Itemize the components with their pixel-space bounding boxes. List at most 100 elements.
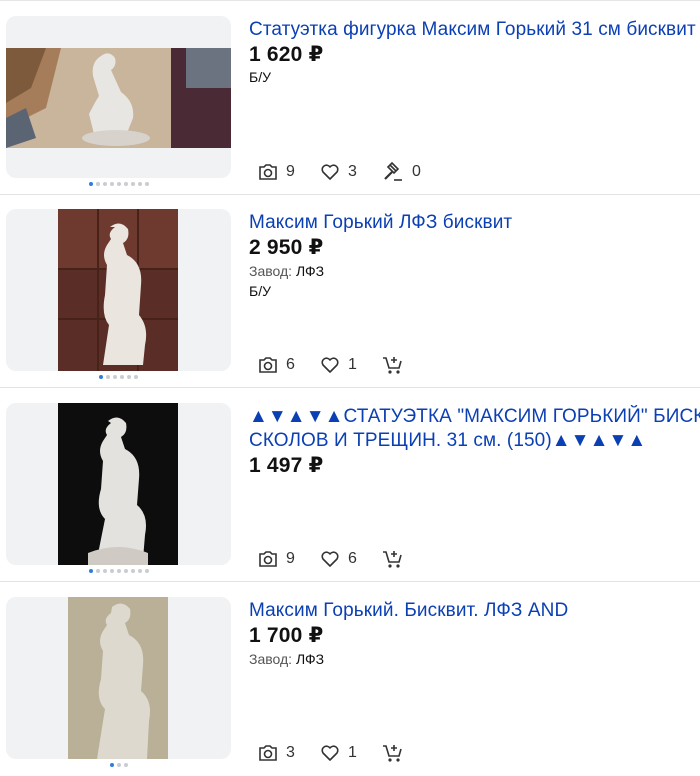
listing-price: 1 497 ₽: [249, 454, 324, 477]
listing-divider: [0, 387, 700, 388]
listing-condition: Б/У: [249, 283, 271, 299]
pagination-dot[interactable]: [137, 182, 142, 186]
listing-factory: Завод: ЛФЗ: [249, 263, 324, 279]
pagination-dot[interactable]: [123, 569, 128, 573]
listing-card[interactable]: ▲▼▲▼▲СТАТУЭТКА "МАКСИМ ГОРЬКИЙ" БИСКВИТ.…: [0, 389, 700, 582]
camera-icon: [259, 745, 277, 761]
cart-plus-icon: [383, 357, 402, 374]
listing-stats: 9 3 0: [258, 160, 446, 184]
pagination-dot[interactable]: [102, 569, 107, 573]
condition-value: Б/У: [249, 69, 271, 85]
factory-value: ЛФЗ: [295, 651, 325, 667]
pagination-dot[interactable]: [144, 569, 149, 573]
pagination-dot[interactable]: [109, 182, 114, 186]
photo-count-value: 3: [286, 744, 295, 761]
pagination-dot[interactable]: [109, 569, 114, 573]
pagination-dot[interactable]: [116, 182, 121, 186]
heart-icon: [321, 164, 339, 180]
pagination-dot[interactable]: [113, 375, 117, 379]
add-to-cart-button[interactable]: [382, 355, 412, 375]
pagination-dot[interactable]: [99, 375, 103, 379]
listing-divider: [0, 581, 700, 582]
heart-icon: [321, 745, 339, 761]
top-divider: [0, 0, 700, 1]
listing-thumbnail[interactable]: [6, 403, 231, 565]
listing-card[interactable]: Максим Горький. Бисквит. ЛФЗ AND 1 700 ₽…: [0, 583, 700, 776]
pagination-dot[interactable]: [130, 569, 135, 573]
photo-count[interactable]: 9: [258, 163, 296, 181]
pagination-dot[interactable]: [106, 375, 110, 379]
cart-plus-icon: [383, 745, 402, 762]
pagination-dot[interactable]: [123, 763, 128, 767]
like-count-value: 6: [348, 550, 357, 567]
photo-pagination-dots: [6, 763, 231, 768]
listing-thumbnail[interactable]: [6, 597, 231, 759]
pagination-dot[interactable]: [88, 569, 93, 573]
photo-pagination-dots: [6, 182, 231, 187]
photo-count-value: 9: [286, 163, 295, 180]
camera-icon: [259, 357, 277, 373]
listing-factory: Завод: ЛФЗ: [249, 651, 324, 667]
heart-icon: [321, 551, 339, 567]
pagination-dot[interactable]: [109, 763, 114, 767]
listing-title-line-2: СКОЛОВ И ТРЕЩИН. 31 см. (150)▲▼▲▼▲: [249, 430, 647, 451]
photo-pagination-dots: [6, 375, 231, 380]
like-count[interactable]: 3: [320, 163, 358, 181]
pagination-dot[interactable]: [144, 182, 149, 186]
listing-thumbnail[interactable]: [6, 16, 231, 178]
listing-title-link[interactable]: Максим Горький ЛФЗ бисквит: [249, 211, 700, 235]
heart-icon: [321, 357, 339, 373]
photo-statuette-2: [58, 209, 178, 371]
pagination-dot[interactable]: [95, 569, 100, 573]
listing-title-link[interactable]: ▲▼▲▼▲СТАТУЭТКА "МАКСИМ ГОРЬКИЙ" БИСКВИТ.…: [249, 405, 700, 453]
like-count[interactable]: 1: [320, 744, 358, 762]
listing-thumbnail[interactable]: [6, 209, 231, 371]
photo-pagination-dots: [6, 569, 231, 574]
listing-card[interactable]: Статуэтка фигурка Максим Горький 31 см б…: [0, 2, 700, 195]
listing-price: 1 700 ₽: [249, 624, 324, 647]
listing-title-link[interactable]: Статуэтка фигурка Максим Горький 31 см б…: [249, 18, 700, 42]
pagination-dot[interactable]: [88, 182, 93, 186]
bid-count[interactable]: 0: [382, 162, 422, 182]
photo-statuette-4: [68, 597, 168, 759]
pagination-dot[interactable]: [130, 182, 135, 186]
listing-stats: 9 6: [258, 547, 436, 571]
pagination-dot[interactable]: [120, 375, 124, 379]
listing-stats: 6 1: [258, 353, 436, 377]
like-count[interactable]: 6: [320, 550, 358, 568]
like-count-value: 1: [348, 356, 357, 373]
like-count[interactable]: 1: [320, 356, 358, 374]
like-count-value: 1: [348, 744, 357, 761]
listing-card[interactable]: Максим Горький ЛФЗ бисквит 2 950 ₽ Завод…: [0, 195, 700, 388]
listing-title-line-1: ▲▼▲▼▲СТАТУЭТКА "МАКСИМ ГОРЬКИЙ" БИСКВИТ.…: [249, 406, 700, 427]
like-count-value: 3: [348, 163, 357, 180]
listing-stats: 3 1: [258, 741, 436, 765]
photo-statuette-3: [58, 403, 178, 565]
listing-price: 1 620 ₽: [249, 43, 324, 66]
condition-value: Б/У: [249, 283, 271, 299]
pagination-dot[interactable]: [123, 182, 128, 186]
bid-count-value: 0: [412, 163, 421, 180]
listing-condition: Б/У: [249, 69, 271, 85]
factory-label: Завод:: [249, 263, 293, 279]
pagination-dot[interactable]: [116, 569, 121, 573]
pagination-dot[interactable]: [137, 569, 142, 573]
add-to-cart-button[interactable]: [382, 743, 412, 763]
camera-icon: [259, 164, 277, 180]
pagination-dot[interactable]: [134, 375, 138, 379]
pagination-dot[interactable]: [127, 375, 131, 379]
photo-count[interactable]: 9: [258, 550, 296, 568]
listing-title-link[interactable]: Максим Горький. Бисквит. ЛФЗ AND: [249, 599, 700, 623]
factory-label: Завод:: [249, 651, 293, 667]
photo-count[interactable]: 3: [258, 744, 296, 762]
pagination-dot[interactable]: [116, 763, 121, 767]
listing-price: 2 950 ₽: [249, 236, 324, 259]
factory-value: ЛФЗ: [295, 263, 325, 279]
pagination-dot[interactable]: [102, 182, 107, 186]
gavel-icon: [384, 162, 402, 181]
add-to-cart-button[interactable]: [382, 549, 412, 569]
pagination-dot[interactable]: [95, 182, 100, 186]
photo-count-value: 6: [286, 356, 295, 373]
camera-icon: [259, 551, 277, 567]
photo-count[interactable]: 6: [258, 356, 296, 374]
